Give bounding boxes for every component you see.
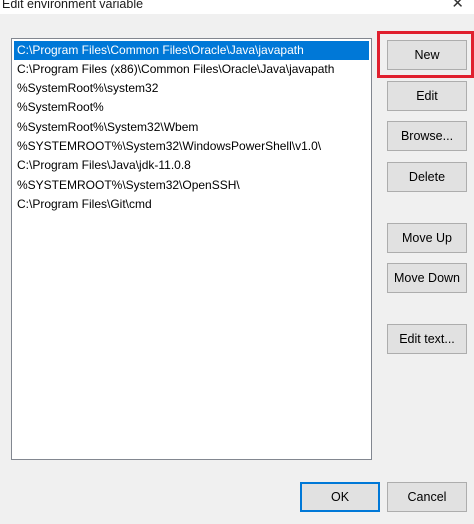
list-item[interactable]: %SYSTEMROOT%\System32\WindowsPowerShell\… [14,137,369,156]
list-item[interactable]: C:\Program Files\Common Files\Oracle\Jav… [14,41,369,60]
list-item[interactable]: C:\Program Files\Java\jdk-11.0.8 [14,156,369,175]
list-item[interactable]: C:\Program Files\Git\cmd [14,195,369,214]
list-item[interactable]: %SystemRoot%\System32\Wbem [14,118,369,137]
move-down-button[interactable]: Move Down [387,263,467,293]
list-item[interactable]: %SystemRoot% [14,98,369,117]
title-bar: Edit environment variable ✕ [0,0,474,14]
move-up-button[interactable]: Move Up [387,223,467,253]
path-list[interactable]: C:\Program Files\Common Files\Oracle\Jav… [11,38,372,460]
list-item[interactable]: %SYSTEMROOT%\System32\OpenSSH\ [14,176,369,195]
edit-button[interactable]: Edit [387,81,467,111]
list-item[interactable]: %SystemRoot%\system32 [14,79,369,98]
ok-button[interactable]: OK [300,482,380,512]
delete-button[interactable]: Delete [387,162,467,192]
edit-text-button[interactable]: Edit text... [387,324,467,354]
cancel-button[interactable]: Cancel [387,482,467,512]
close-icon[interactable]: ✕ [451,0,464,12]
list-item[interactable]: C:\Program Files (x86)\Common Files\Orac… [14,60,369,79]
window-title: Edit environment variable [2,0,144,11]
highlight-box [377,31,474,78]
browse-button[interactable]: Browse... [387,121,467,151]
